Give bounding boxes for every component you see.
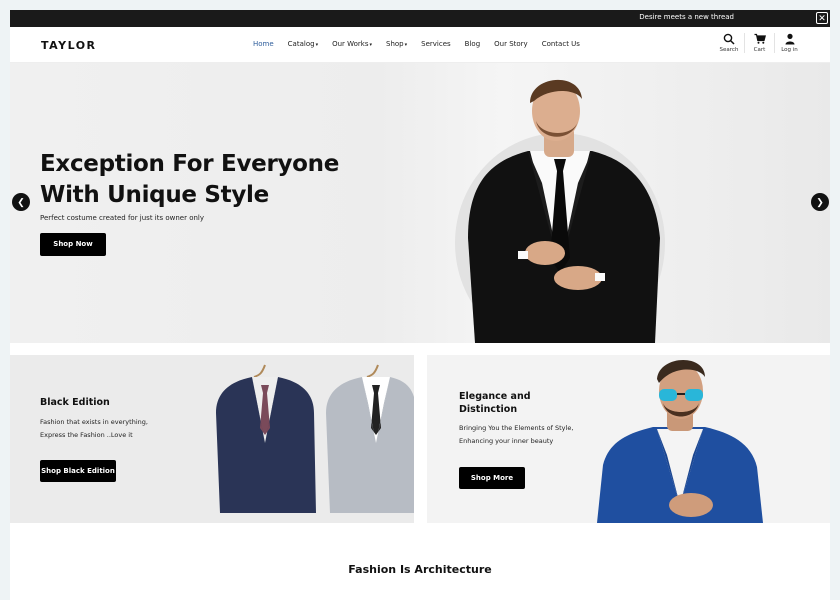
nav-item-our-story[interactable]: Our Story (494, 40, 528, 48)
hero-slider: Exception For Everyone With Unique Style… (10, 63, 830, 343)
chevron-down-icon: ▾ (404, 42, 408, 48)
chevron-down-icon: ▾ (369, 42, 373, 48)
nav-label: Catalog (287, 40, 315, 48)
chevron-down-icon: ▾ (315, 42, 319, 48)
nav-label: Services (421, 40, 451, 48)
hero-subtitle: Perfect costume created for just its own… (40, 214, 205, 222)
close-icon[interactable]: ✕ (816, 12, 828, 24)
nav-label: Blog (464, 40, 481, 48)
shop-more-button[interactable]: Shop More (459, 467, 525, 489)
page-frame: Desire meets a new thread ✕ TAYLOR Home … (10, 10, 830, 600)
search-label: Search (719, 47, 739, 53)
nav-label: Home (253, 40, 274, 48)
promo-elegance: Elegance and Distinction Bringing You th… (427, 355, 830, 523)
nav-item-home[interactable]: Home (253, 40, 274, 48)
nav-item-our-works[interactable]: Our Works▾ (332, 40, 372, 48)
hero-model-image (455, 79, 665, 343)
nav-item-blog[interactable]: Blog (465, 40, 480, 48)
promo-text: Bringing You the Elements of Style, Enha… (459, 424, 574, 445)
login-button[interactable]: Log in (774, 33, 804, 53)
header-actions: Search Cart Log in (714, 33, 804, 53)
site-header: TAYLOR Home Catalog▾ Our Works▾ Shop▾ Se… (10, 27, 830, 63)
site-logo[interactable]: TAYLOR (41, 39, 97, 52)
main-nav: Home Catalog▾ Our Works▾ Shop▾ Services … (253, 40, 594, 48)
search-button[interactable]: Search (714, 33, 744, 53)
cart-icon (754, 33, 766, 44)
shop-now-button[interactable]: Shop Now (40, 233, 106, 256)
announcement-bar: Desire meets a new thread ✕ (10, 10, 830, 27)
cart-button[interactable]: Cart (744, 33, 774, 53)
jackets-image (216, 364, 414, 513)
announcement-text: Desire meets a new thread (639, 13, 734, 21)
user-icon (785, 33, 794, 45)
nav-label: Our Works (332, 40, 369, 48)
promo-title: Black Edition (40, 397, 110, 408)
nav-item-services[interactable]: Services (421, 40, 451, 48)
shop-black-edition-button[interactable]: Shop Black Edition (40, 460, 116, 482)
nav-item-catalog[interactable]: Catalog▾ (288, 40, 318, 48)
promo-model-image (597, 359, 763, 523)
login-label: Log in (781, 47, 798, 53)
section-title: Fashion Is Architecture (348, 563, 492, 576)
nav-label: Our Story (494, 40, 528, 48)
chevron-left-icon[interactable]: ❮ (12, 193, 30, 211)
cart-label: Cart (753, 47, 766, 53)
nav-item-contact-us[interactable]: Contact Us (542, 40, 580, 48)
nav-label: Shop (386, 40, 404, 48)
search-icon (723, 33, 735, 45)
chevron-right-icon[interactable]: ❯ (811, 193, 829, 211)
promo-title: Elegance and Distinction (459, 391, 531, 415)
promo-black-edition: Black Edition Fashion that exists in eve… (10, 355, 414, 523)
nav-item-shop[interactable]: Shop▾ (386, 40, 407, 48)
promo-text: Fashion that exists in everything, Expre… (40, 418, 148, 439)
hero-title: Exception For Everyone With Unique Style (40, 151, 340, 208)
nav-label: Contact Us (541, 40, 580, 48)
